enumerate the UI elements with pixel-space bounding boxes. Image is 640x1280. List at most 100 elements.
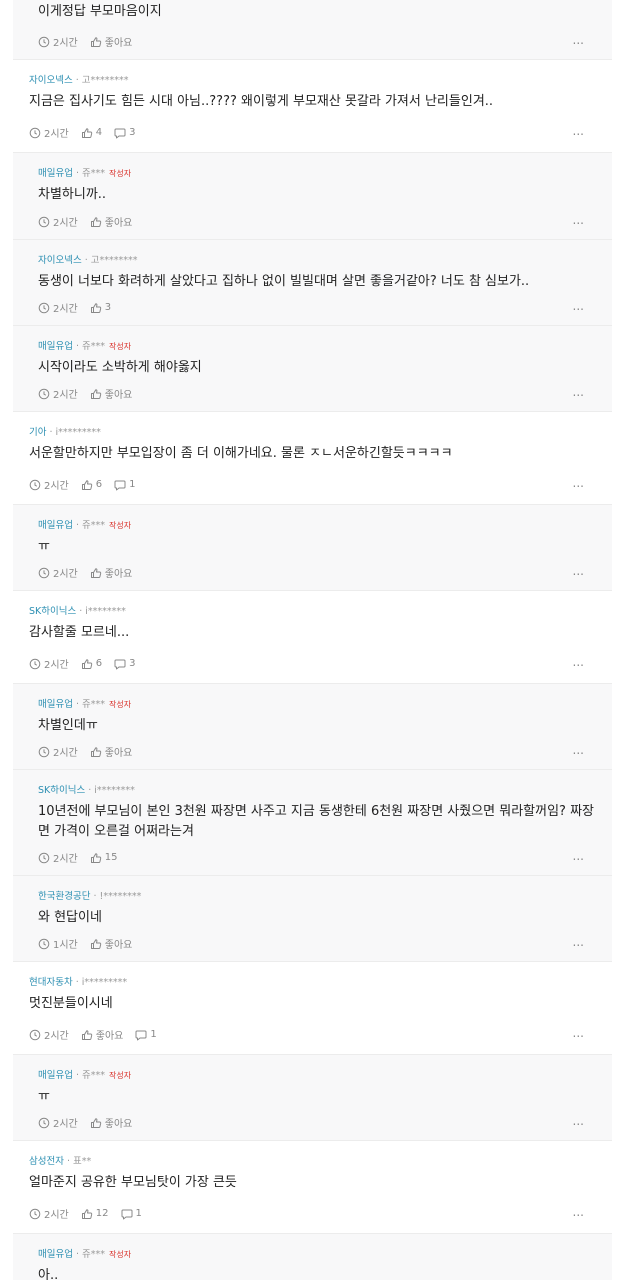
- user-name: i********: [94, 785, 135, 796]
- like-button[interactable]: 좋아요: [90, 936, 132, 951]
- more-options-button[interactable]: ...: [573, 33, 584, 47]
- company-name[interactable]: 자이오넥스: [29, 75, 73, 86]
- clock-icon: [38, 388, 50, 399]
- more-options-button[interactable]: ...: [573, 124, 584, 138]
- like-button[interactable]: 6: [81, 658, 102, 670]
- meta-separator: ·: [46, 427, 56, 438]
- company-name[interactable]: 기아: [29, 427, 46, 438]
- company-name[interactable]: 현대자동차: [29, 977, 73, 988]
- timestamp-text: 2시간: [53, 854, 78, 865]
- meta-separator: ·: [76, 606, 86, 617]
- comment-text: 시작이라도 소박하게 해야옳지: [38, 360, 202, 375]
- reply-button[interactable]: 3: [114, 658, 136, 670]
- comment: 삼성전자 · 표** 얼마준지 공유한 부모님탓이 가장 큰듯 2시간 12 1...: [13, 1141, 612, 1234]
- comment-icon: [114, 659, 126, 669]
- author-badge: 작성자: [109, 700, 132, 709]
- like-button[interactable]: 3: [90, 302, 111, 314]
- user-name: 쥬***: [82, 1249, 106, 1260]
- comment-actions: 2시간 15: [38, 850, 130, 865]
- company-name[interactable]: 매일유업: [38, 699, 73, 710]
- more-options-button[interactable]: ...: [573, 213, 584, 227]
- more-options-button[interactable]: ...: [573, 476, 584, 490]
- more-options-button[interactable]: ...: [573, 385, 584, 399]
- reply-button[interactable]: 1: [135, 1029, 157, 1041]
- company-name[interactable]: 매일유업: [38, 1070, 73, 1081]
- timestamp: 2시간: [29, 1206, 69, 1221]
- timestamp-text: 2시간: [44, 1210, 69, 1221]
- like-button[interactable]: 좋아요: [90, 1115, 132, 1130]
- meta-separator: ·: [72, 168, 83, 179]
- user-name: 쥬***: [82, 520, 106, 531]
- clock-icon: [29, 658, 41, 669]
- more-options-button[interactable]: ...: [573, 1026, 584, 1040]
- timestamp: 2시간: [38, 744, 78, 759]
- reply-comment: 자이오넥스 · 고******** 동생이 너보다 화려하게 살았다고 집하나 없…: [13, 240, 612, 326]
- company-name[interactable]: 매일유업: [38, 1249, 73, 1260]
- like-button[interactable]: 좋아요: [90, 214, 132, 229]
- comment-actions: 2시간 좋아요 1: [29, 1027, 169, 1042]
- company-name[interactable]: 삼성전자: [29, 1156, 64, 1167]
- timestamp-text: 2시간: [53, 748, 78, 759]
- like-count: 좋아요: [104, 390, 133, 401]
- company-name[interactable]: 매일유업: [38, 341, 73, 352]
- company-name[interactable]: 한국환경공단: [38, 891, 90, 902]
- timestamp: 2시간: [38, 565, 78, 580]
- comment-meta: 현대자동차 · i*********: [29, 974, 127, 988]
- like-button[interactable]: 좋아요: [81, 1027, 123, 1042]
- like-button[interactable]: 좋아요: [90, 744, 132, 759]
- clock-icon: [38, 852, 50, 863]
- more-options-button[interactable]: ...: [573, 849, 584, 863]
- meta-separator: ·: [72, 699, 83, 710]
- company-name[interactable]: SK하이닉스: [38, 785, 85, 796]
- comment-meta: 매일유업 · 쥬*** 작성자: [38, 165, 131, 179]
- more-options-button[interactable]: ...: [573, 743, 584, 757]
- like-button[interactable]: 12: [81, 1208, 109, 1220]
- timestamp: 2시간: [38, 34, 78, 49]
- comment-thread: 이게정답 부모마음이지 2시간 좋아요... 자이오넥스 · 고******** 지금은…: [0, 0, 640, 1280]
- thumbs-up-icon: [81, 479, 92, 490]
- timestamp: 2시간: [38, 386, 78, 401]
- clock-icon: [38, 302, 50, 313]
- company-name[interactable]: 자이오넥스: [38, 255, 82, 266]
- clock-icon: [38, 36, 50, 47]
- company-name[interactable]: 매일유업: [38, 168, 73, 179]
- thumbs-up-icon: [81, 1029, 92, 1040]
- reply-button[interactable]: 1: [121, 1208, 142, 1220]
- more-options-button[interactable]: ...: [573, 1205, 584, 1219]
- timestamp: 2시간: [29, 125, 69, 140]
- user-name: 고********: [81, 75, 129, 86]
- comment-actions: 2시간 좋아요: [38, 744, 144, 759]
- user-name: 고********: [90, 255, 138, 266]
- more-options-button[interactable]: ...: [573, 1114, 584, 1128]
- like-button[interactable]: 좋아요: [90, 565, 132, 580]
- thumbs-up-icon: [90, 216, 101, 227]
- comment-actions: 2시간 4 3: [29, 125, 148, 140]
- user-name: i*********: [81, 977, 128, 988]
- more-options-button[interactable]: ...: [573, 655, 584, 669]
- more-options-button[interactable]: ...: [573, 564, 584, 578]
- like-button[interactable]: 좋아요: [90, 386, 133, 401]
- thumbs-up-icon: [90, 746, 101, 757]
- reply-comment: 한국환경공단 · !******** 와 현답이네 1시간 좋아요...: [13, 876, 612, 962]
- like-button[interactable]: 좋아요: [90, 34, 132, 49]
- comment-meta: 매일유업 · 쥬*** 작성자: [38, 1246, 131, 1260]
- company-name[interactable]: SK하이닉스: [29, 606, 76, 617]
- meta-separator: ·: [72, 75, 82, 86]
- like-button[interactable]: 4: [81, 127, 102, 139]
- reply-comment: 매일유업 · 쥬*** 작성자 아..: [13, 1234, 612, 1280]
- comment-text: 얼마준지 공유한 부모님탓이 가장 큰듯: [29, 1175, 237, 1190]
- timestamp-text: 2시간: [44, 660, 69, 671]
- like-button[interactable]: 6: [81, 479, 102, 491]
- clock-icon: [38, 1117, 50, 1128]
- comment-text: 동생이 너보다 화려하게 살았다고 집하나 없이 빌빌대며 살면 좋을거같아? …: [38, 274, 530, 289]
- thumbs-up-icon: [90, 1117, 101, 1128]
- like-button[interactable]: 15: [90, 852, 118, 864]
- reply-button[interactable]: 1: [114, 479, 136, 491]
- more-options-button[interactable]: ...: [573, 299, 584, 313]
- author-badge: 작성자: [109, 169, 132, 178]
- like-count: 15: [104, 852, 118, 863]
- more-options-button[interactable]: ...: [573, 935, 584, 949]
- meta-separator: ·: [72, 977, 82, 988]
- reply-button[interactable]: 3: [114, 127, 136, 139]
- company-name[interactable]: 매일유업: [38, 520, 73, 531]
